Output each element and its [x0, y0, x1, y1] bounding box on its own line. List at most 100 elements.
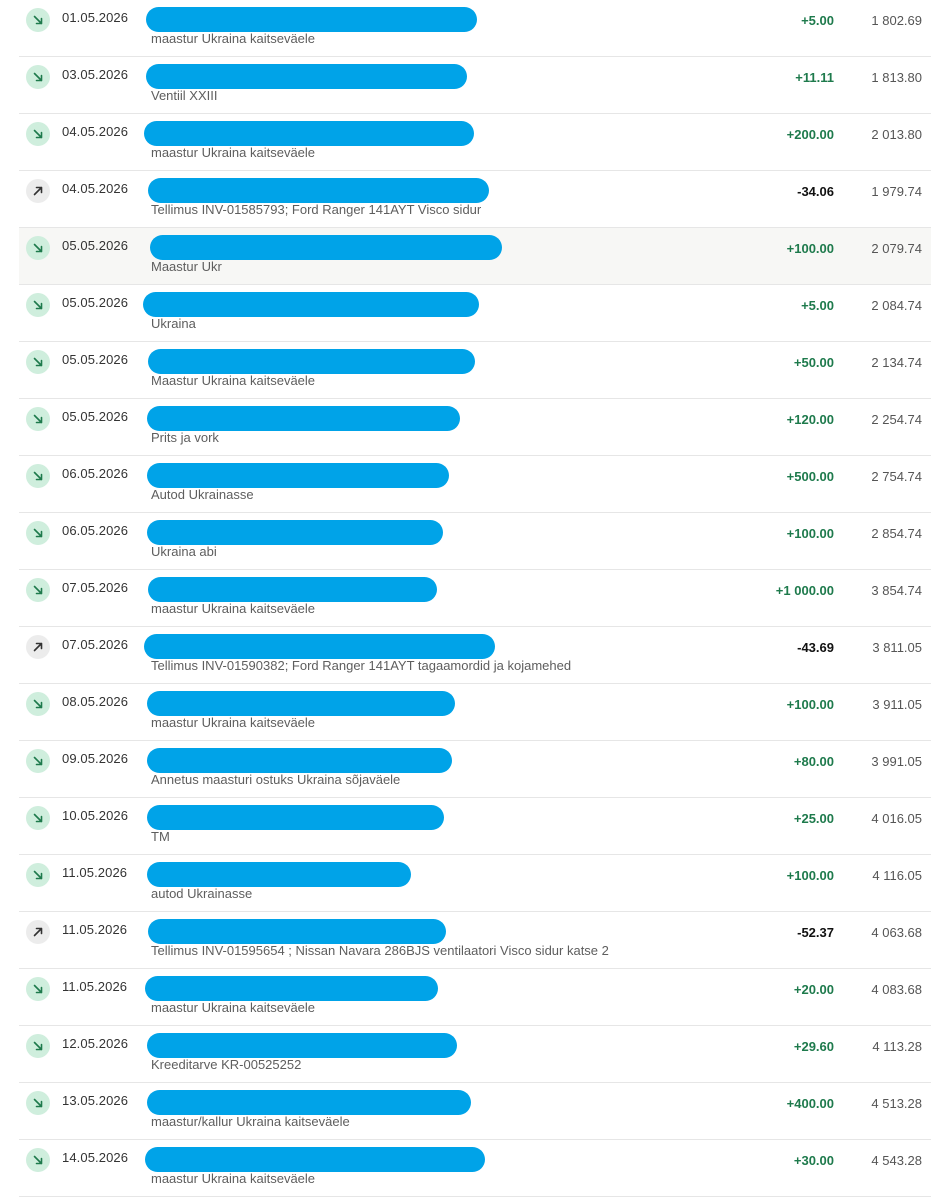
transaction-row[interactable]: 04.05.2026 Tellimus INV-01585793; Ford R…: [19, 171, 931, 228]
transaction-description: Ukraina: [151, 316, 196, 331]
redacted-counterparty: [147, 406, 460, 431]
redacted-counterparty: [143, 292, 479, 317]
redacted-counterparty: [145, 976, 438, 1001]
redacted-counterparty: [145, 1147, 485, 1172]
transaction-row[interactable]: 05.05.2026 Maastur Ukraina kaitseväele +…: [19, 342, 931, 399]
arrow-down-right-icon: [26, 749, 50, 773]
transaction-amount: +100.00: [786, 241, 834, 256]
arrow-down-right-icon: [26, 8, 50, 32]
transaction-date: 06.05.2026: [62, 523, 129, 538]
transaction-date: 07.05.2026: [62, 637, 129, 652]
redacted-counterparty: [147, 520, 443, 545]
transaction-row[interactable]: 12.05.2026 Kreeditarve KR-00525252 +29.6…: [19, 1026, 931, 1083]
transaction-date: 01.05.2026: [62, 10, 129, 25]
redacted-counterparty: [147, 862, 411, 887]
transaction-amount: +5.00: [801, 13, 834, 28]
redacted-counterparty: [146, 64, 467, 89]
transaction-description: maastur Ukraina kaitseväele: [151, 715, 316, 730]
transaction-balance: 4 113.28: [872, 1039, 922, 1054]
transaction-date: 10.05.2026: [62, 808, 129, 823]
transaction-balance: 4 513.28: [871, 1096, 922, 1111]
transaction-balance: 2 013.80: [871, 127, 922, 142]
arrow-down-right-icon: [26, 464, 50, 488]
transaction-amount: +1 000.00: [775, 583, 834, 598]
transaction-date: 13.05.2026: [62, 1093, 129, 1108]
transaction-row[interactable]: 08.05.2026 maastur Ukraina kaitseväele +…: [19, 684, 931, 741]
transaction-row[interactable]: 05.05.2026 Ukraina +5.00 2 084.74: [19, 285, 931, 342]
transaction-date: 04.05.2026: [62, 181, 129, 196]
transaction-row[interactable]: 06.05.2026 Ukraina abi +100.00 2 854.74: [19, 513, 931, 570]
transaction-date: 03.05.2026: [62, 67, 129, 82]
transaction-balance: 4 016.05: [871, 811, 922, 826]
transaction-amount: -52.37: [797, 925, 834, 940]
redacted-counterparty: [147, 748, 452, 773]
transaction-amount: +11.11: [795, 70, 834, 85]
transaction-balance: 4 116.05: [872, 868, 922, 883]
arrow-down-right-icon: [26, 578, 50, 602]
arrow-down-right-icon: [26, 293, 50, 317]
redacted-counterparty: [148, 577, 437, 602]
transaction-row[interactable]: 07.05.2026 Tellimus INV-01590382; Ford R…: [19, 627, 931, 684]
arrow-up-right-icon: [26, 635, 50, 659]
transaction-row[interactable]: 07.05.2026 maastur Ukraina kaitseväele +…: [19, 570, 931, 627]
redacted-counterparty: [150, 235, 502, 260]
redacted-counterparty: [144, 634, 495, 659]
transaction-date: 11.05.2026: [62, 922, 128, 937]
transaction-row[interactable]: 06.05.2026 Autod Ukrainasse +500.00 2 75…: [19, 456, 931, 513]
arrow-down-right-icon: [26, 521, 50, 545]
redacted-counterparty: [147, 1033, 457, 1058]
transaction-row[interactable]: 14.05.2026 maastur Ukraina kaitseväele +…: [19, 1140, 931, 1197]
transaction-description: maastur Ukraina kaitseväele: [151, 145, 316, 160]
transaction-date: 14.05.2026: [62, 1150, 129, 1165]
transaction-description: Ventiil XXIII: [151, 88, 218, 103]
transaction-amount: +100.00: [786, 868, 834, 883]
transaction-description: maastur Ukraina kaitseväele: [151, 31, 316, 46]
transaction-row[interactable]: 11.05.2026 maastur Ukraina kaitseväele +…: [19, 969, 931, 1026]
transaction-description: maastur Ukraina kaitseväele: [151, 1000, 316, 1015]
transaction-amount: +80.00: [793, 754, 834, 769]
transaction-row[interactable]: 05.05.2026 Prits ja vork +120.00 2 254.7…: [19, 399, 931, 456]
transaction-balance: 4 543.28: [871, 1153, 922, 1168]
transaction-date: 11.05.2026: [62, 979, 128, 994]
transaction-row[interactable]: 09.05.2026 Annetus maasturi ostuks Ukrai…: [19, 741, 931, 798]
redacted-counterparty: [148, 919, 446, 944]
redacted-counterparty: [148, 178, 489, 203]
redacted-counterparty: [148, 349, 475, 374]
transaction-amount: +30.00: [793, 1153, 834, 1168]
redacted-counterparty: [147, 1090, 471, 1115]
transaction-description: Ukraina abi: [151, 544, 217, 559]
transaction-row[interactable]: 03.05.2026 Ventiil XXIII +11.11 1 813.80: [19, 57, 931, 114]
transaction-amount: +50.00: [793, 355, 834, 370]
transaction-row[interactable]: 10.05.2026 TM +25.00 4 016.05: [19, 798, 931, 855]
transaction-row[interactable]: 11.05.2026 autod Ukrainasse +100.00 4 11…: [19, 855, 931, 912]
transaction-description: maastur Ukraina kaitseväele: [151, 601, 316, 616]
transaction-description: maastur/kallur Ukraina kaitseväele: [151, 1114, 350, 1129]
transaction-amount: +25.00: [793, 811, 834, 826]
transaction-description: TM: [151, 829, 170, 844]
transaction-balance: 2 754.74: [871, 469, 922, 484]
transaction-row[interactable]: 04.05.2026 maastur Ukraina kaitseväele +…: [19, 114, 931, 171]
transaction-date: 05.05.2026: [62, 352, 129, 367]
transaction-description: maastur Ukraina kaitseväele: [151, 1171, 316, 1186]
transaction-amount: +20.00: [793, 982, 834, 997]
transaction-description: Tellimus INV-01590382; Ford Ranger 141AY…: [151, 658, 572, 673]
transaction-date: 06.05.2026: [62, 466, 129, 481]
transaction-balance: 1 979.74: [871, 184, 922, 199]
arrow-down-right-icon: [26, 236, 50, 260]
transaction-date: 07.05.2026: [62, 580, 129, 595]
transaction-row[interactable]: 13.05.2026 maastur/kallur Ukraina kaitse…: [19, 1083, 931, 1140]
arrow-down-right-icon: [26, 350, 50, 374]
arrow-down-right-icon: [26, 122, 50, 146]
transaction-balance: 3 811.05: [872, 640, 922, 655]
transaction-amount: +500.00: [786, 469, 834, 484]
redacted-counterparty: [147, 463, 449, 488]
arrow-down-right-icon: [26, 1148, 50, 1172]
transaction-balance: 3 991.05: [871, 754, 922, 769]
transaction-description: autod Ukrainasse: [151, 886, 253, 901]
arrow-down-right-icon: [26, 1091, 50, 1115]
transaction-row[interactable]: 05.05.2026 Maastur Ukr +100.00 2 079.74: [19, 228, 931, 285]
transaction-row[interactable]: 11.05.2026 Tellimus INV-01595654 ; Nissa…: [19, 912, 931, 969]
transaction-date: 05.05.2026: [62, 409, 129, 424]
transaction-description: Tellimus INV-01585793; Ford Ranger 141AY…: [151, 202, 482, 217]
transaction-row[interactable]: 01.05.2026 maastur Ukraina kaitseväele +…: [19, 0, 931, 57]
